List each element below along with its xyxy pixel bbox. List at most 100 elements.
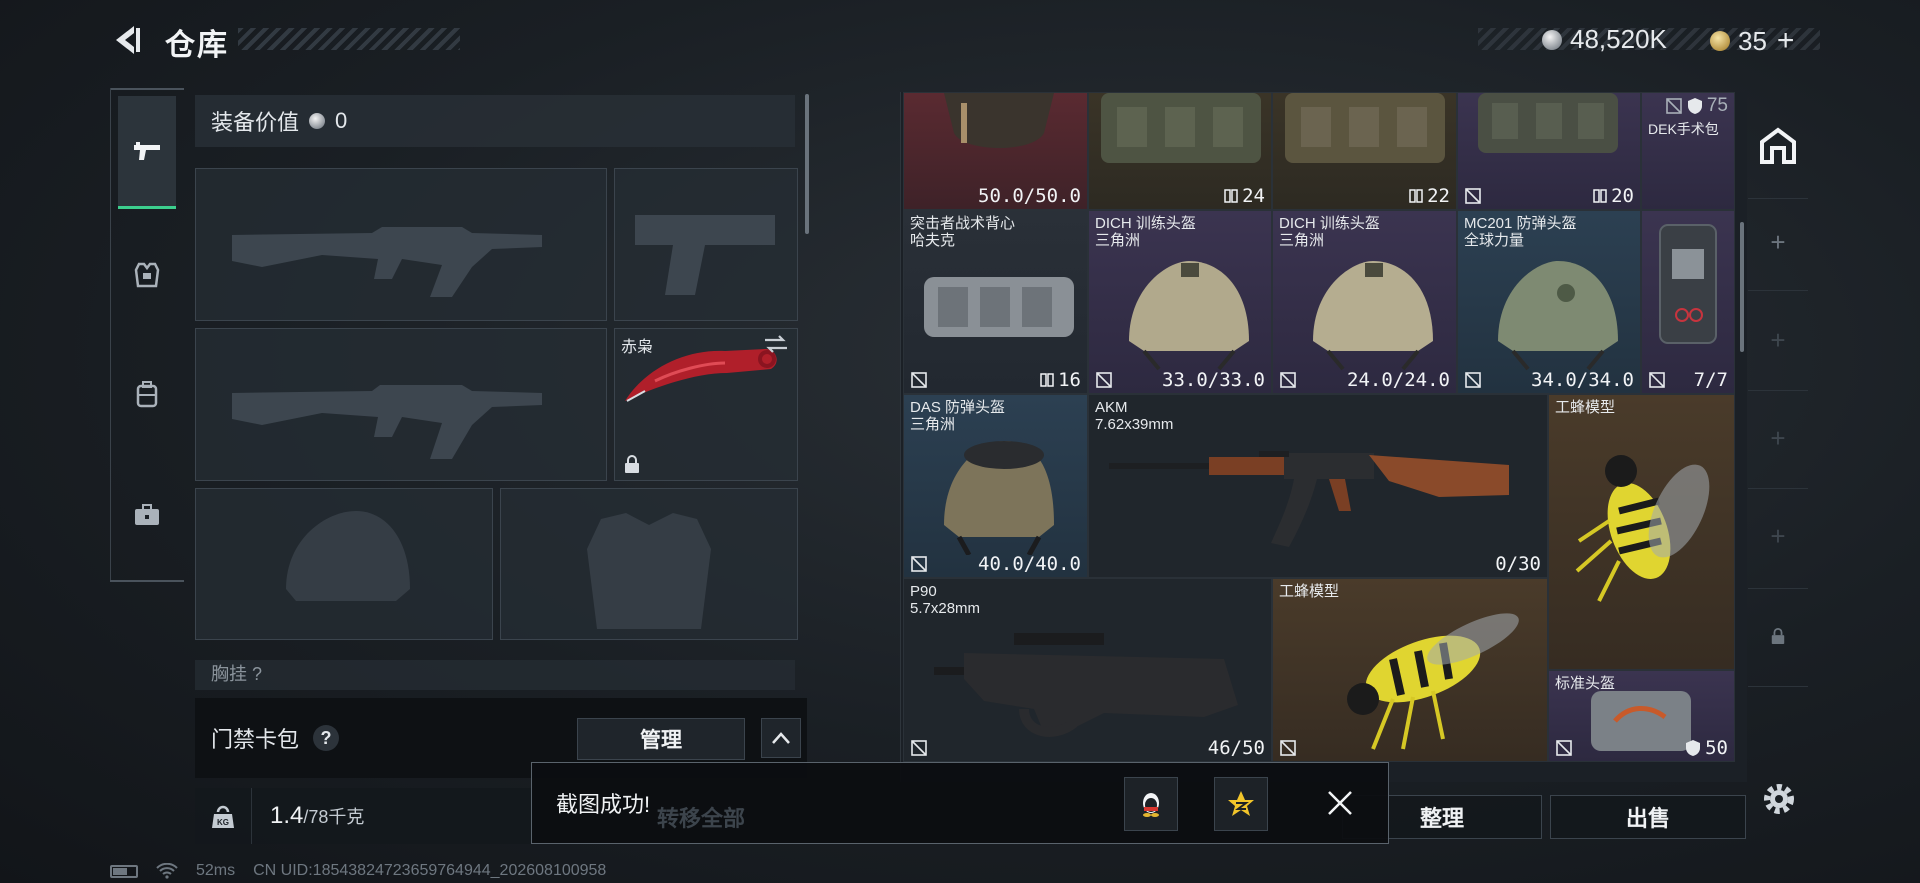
item-durability: 33.0/33.0	[1162, 369, 1265, 391]
settings-button[interactable]	[1758, 778, 1800, 820]
side-divider	[1748, 290, 1808, 291]
svg-text:KG: KG	[217, 818, 229, 827]
share-qq-button[interactable]	[1124, 777, 1178, 831]
item-name: DEK手术包	[1648, 121, 1719, 137]
inventory-scrollbar[interactable]	[1740, 222, 1744, 352]
tab-weapons[interactable]	[118, 96, 176, 209]
armor-slot[interactable]	[500, 488, 798, 640]
add-storage-button[interactable]: +	[1758, 320, 1798, 360]
equipment-scrollbar[interactable]	[805, 94, 809, 234]
warehouse-icon	[1760, 127, 1796, 164]
close-toast-button[interactable]	[1320, 783, 1360, 823]
melee-weapon-slot[interactable]: 赤枭	[614, 328, 798, 481]
armor-icon	[134, 262, 160, 288]
add-storage-button[interactable]: +	[1758, 516, 1798, 556]
item-durability: 34.0/34.0	[1531, 369, 1634, 391]
no-insure-icon	[1465, 372, 1481, 388]
item-durability: 24.0/24.0	[1347, 369, 1450, 391]
secondary-weapon-slot[interactable]	[614, 168, 798, 321]
share-qzone-button[interactable]	[1214, 777, 1268, 831]
kettlebell-weight-icon: KG	[212, 805, 234, 828]
inventory-item[interactable]: 7/7	[1641, 210, 1735, 394]
swap-icon[interactable]	[763, 333, 789, 355]
tab-backpack[interactable]	[118, 340, 176, 450]
silver-amount: 48,520K	[1570, 24, 1667, 54]
tabs-border	[110, 88, 111, 580]
chest-rig-image	[1478, 93, 1618, 153]
lock-icon	[625, 455, 639, 473]
qq-penguin-icon	[1143, 793, 1159, 817]
bee-model-image	[1575, 455, 1710, 602]
helmet-image	[944, 441, 1054, 555]
pistol-silhouette-icon	[635, 215, 775, 295]
inventory-item[interactable]: 突击者战术背心 哈夫克 16	[903, 210, 1088, 394]
no-insure-icon	[911, 556, 927, 572]
bee-model-image	[1347, 613, 1519, 750]
back-button[interactable]	[108, 20, 148, 60]
close-icon	[1328, 791, 1352, 815]
inventory-item[interactable]: 工蜂模型	[1548, 394, 1735, 670]
keycard-label: 门禁卡包	[211, 727, 300, 752]
tertiary-weapon-slot[interactable]	[195, 328, 607, 481]
slots-icon	[1593, 189, 1607, 203]
no-insure-icon	[1096, 372, 1112, 388]
gold-currency[interactable]: 35 +	[1710, 24, 1794, 58]
shield-icon	[1687, 98, 1702, 114]
keycard-help-button[interactable]: ?	[313, 725, 340, 751]
side-divider	[1748, 390, 1808, 391]
primary-weapon-slot[interactable]	[195, 168, 607, 321]
side-divider	[1748, 686, 1808, 687]
inventory-item[interactable]: 标准头盔 50	[1548, 670, 1735, 762]
equipment-value-label: 装备价值	[211, 110, 300, 135]
tab-armor[interactable]	[118, 220, 176, 330]
transfer-all-button[interactable]: 转移全部	[657, 801, 745, 833]
gold-amount: 35	[1738, 25, 1767, 56]
warehouse-button[interactable]	[1758, 126, 1798, 166]
inventory-item[interactable]: P90 5.7x28mm 46/50	[903, 578, 1272, 762]
inventory-item[interactable]: AKM 7.62x39mm 0/30	[1088, 394, 1548, 578]
side-divider	[1748, 198, 1808, 199]
add-gold-button[interactable]: +	[1777, 24, 1795, 58]
slots-icon	[1409, 189, 1423, 203]
silver-coin-icon	[309, 113, 326, 129]
weight-current: 1.4	[270, 802, 304, 829]
inventory-item[interactable]: 50.0/50.0	[903, 92, 1088, 210]
add-storage-button[interactable]: +	[1758, 418, 1798, 458]
tabs-divider	[110, 88, 184, 90]
inventory-item[interactable]: 24	[1088, 92, 1272, 210]
inventory-item[interactable]: 工蜂模型	[1272, 578, 1548, 762]
vest-silhouette-icon	[587, 513, 711, 629]
gold-coin-icon	[1710, 31, 1730, 51]
chest-rig-slot-partial[interactable]: 胸挂 ?	[195, 660, 795, 690]
inventory-item[interactable]: DICH 训练头盔 三角洲 33.0/33.0	[1088, 210, 1272, 394]
locked-storage-button[interactable]	[1758, 616, 1798, 656]
sell-button[interactable]: 出售	[1550, 795, 1746, 839]
helmet-silhouette-icon	[286, 511, 410, 601]
inventory-item[interactable]: 22	[1272, 92, 1457, 210]
back-arrow-icon	[116, 26, 140, 54]
manage-button[interactable]: 管理	[577, 718, 745, 760]
lock-icon	[1771, 628, 1785, 644]
inventory-item[interactable]: DAS 防弹头盔 三角洲 40.0/40.0	[903, 394, 1088, 578]
item-capacity: 16	[1040, 369, 1081, 391]
inventory-item[interactable]: MC201 防弹头盔 全球力量 34.0/34.0	[1457, 210, 1641, 394]
helmet-slot[interactable]	[195, 488, 493, 640]
shield-icon	[1686, 740, 1701, 756]
plus-icon: +	[1770, 422, 1786, 453]
inventory-item[interactable]: 20	[1457, 92, 1641, 210]
title-decoration	[238, 28, 460, 50]
add-storage-button[interactable]: +	[1758, 222, 1798, 262]
side-divider	[1748, 588, 1808, 589]
item-name: 工蜂模型	[1555, 399, 1616, 416]
inventory-item[interactable]: DICH 训练头盔 三角洲 24.0/24.0	[1272, 210, 1457, 394]
no-insure-icon	[1465, 188, 1481, 204]
collapse-button[interactable]	[761, 718, 801, 758]
rifle-silhouette-icon	[232, 227, 542, 297]
no-insure-icon	[911, 740, 927, 756]
weight-icon-box: KG	[195, 788, 252, 844]
weight-max: /78千克	[303, 807, 365, 827]
latency: 52ms	[196, 862, 236, 879]
screenshot-toast: 截图成功! 转移全部	[531, 762, 1389, 844]
inventory-item[interactable]: 75 DEK手术包	[1641, 92, 1735, 210]
tab-case[interactable]	[118, 460, 176, 570]
